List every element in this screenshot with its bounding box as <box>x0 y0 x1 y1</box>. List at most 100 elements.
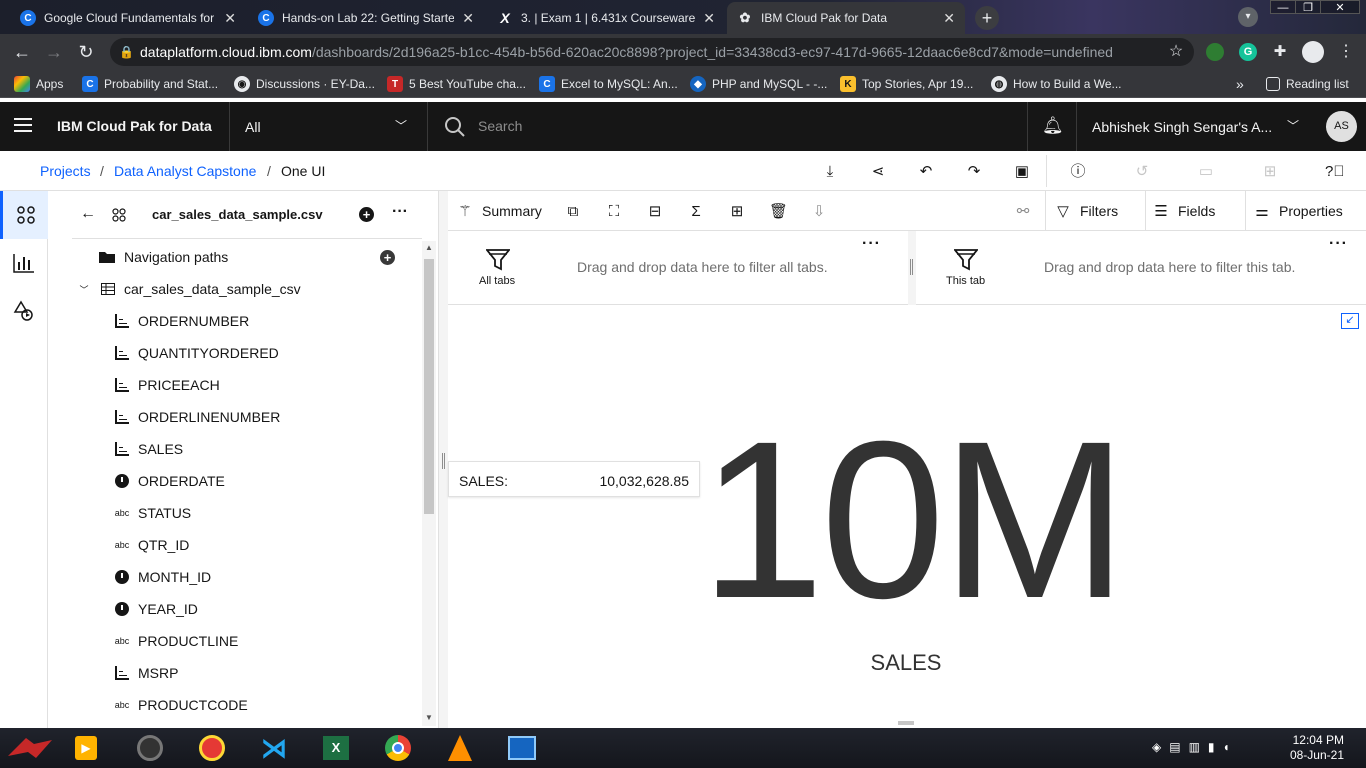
system-tray-icons[interactable]: ◈▤▥▮◖ <box>1152 740 1238 754</box>
field-item[interactable]: ORDERNUMBER <box>114 305 249 337</box>
breadcrumb-project[interactable]: Data Analyst Capstone <box>114 163 256 179</box>
star-icon[interactable]: ☆ <box>1164 40 1188 64</box>
delete-button[interactable]: 🗑︎ <box>769 202 795 220</box>
bookmarks-more-button[interactable]: » <box>1236 74 1244 94</box>
drill-button[interactable]: ⇩ <box>810 202 836 220</box>
back-icon[interactable]: ← <box>10 40 34 64</box>
duplicate-button[interactable]: ⧉ <box>564 202 590 220</box>
field-item[interactable]: abc PRODUCTCODE <box>114 689 248 721</box>
puzzle-icon[interactable]: ✚ <box>1268 40 1292 64</box>
assets-button[interactable] <box>0 287 48 335</box>
browser-tab-active[interactable]: ✿ IBM Cloud Pak for Data ✕ <box>727 2 965 34</box>
table-row[interactable]: ﹀ car_sales_data_sample_csv <box>76 273 300 305</box>
taskbar-app-active[interactable] <box>378 731 418 765</box>
data-panel-scrollbar[interactable]: ▲ ▼ <box>422 241 436 726</box>
bookmark-apps[interactable]: Apps <box>14 74 63 94</box>
field-item[interactable]: SALES <box>114 433 183 465</box>
bookmark-item[interactable]: ◆ PHP and MySQL - -... <box>690 74 827 94</box>
maximize-button[interactable]: ❐ <box>1295 0 1321 14</box>
system-clock[interactable]: 12:04 PM 08-Jun-21 <box>1290 733 1344 763</box>
taskbar-app[interactable]: ▶ <box>66 731 106 765</box>
focus-button[interactable]: ⛶ <box>605 202 631 220</box>
browser-tab[interactable]: X 3. | Exam 1 | 6.431x Courseware | ✕ <box>487 2 725 34</box>
breadcrumb-projects[interactable]: Projects <box>40 163 91 179</box>
info-icon[interactable]: ⓘ <box>1069 163 1087 181</box>
version-history-icon[interactable]: ↺ <box>1133 163 1151 181</box>
widgets-icon[interactable]: ⊞ <box>1261 163 1279 181</box>
expand-icon[interactable]: ↙ <box>1341 313 1359 329</box>
account-switcher[interactable]: Abhishek Singh Sengar's A... <box>1092 119 1272 135</box>
taskbar-app[interactable] <box>130 731 170 765</box>
field-item[interactable]: QUANTITYORDERED <box>114 337 279 369</box>
start-button[interactable] <box>4 731 56 765</box>
field-item[interactable]: PRICEEACH <box>114 369 220 401</box>
field-item[interactable]: MSRP <box>114 657 178 689</box>
bookmark-item[interactable]: T 5 Best YouTube cha... <box>387 74 526 94</box>
browser-tab[interactable]: C Google Cloud Fundamentals for ✕ <box>10 2 246 34</box>
taskbar-app[interactable] <box>502 731 542 765</box>
field-item[interactable]: YEAR_ID <box>114 593 198 625</box>
save-icon[interactable]: ▣ <box>1013 163 1031 181</box>
overflow-menu-icon[interactable]: ··· <box>862 235 881 253</box>
minimize-button[interactable]: — <box>1270 0 1296 14</box>
tab-search-icon[interactable]: ▾ <box>1238 7 1258 27</box>
reload-icon[interactable]: ↻ <box>74 40 98 64</box>
avatar[interactable]: AS <box>1326 111 1357 142</box>
drag-handle-icon[interactable] <box>442 453 445 469</box>
close-icon[interactable]: ✕ <box>224 10 236 27</box>
new-tab-button[interactable]: + <box>975 6 999 30</box>
navigation-paths-row[interactable]: Navigation paths <box>98 241 228 273</box>
app-brand[interactable]: IBM Cloud Pak for Data <box>57 118 212 134</box>
data-sources-button[interactable] <box>0 191 48 239</box>
scroll-up-icon[interactable]: ▲ <box>425 243 433 252</box>
more-vert-icon[interactable]: ⋮ <box>1334 40 1358 64</box>
field-item[interactable]: MONTH_ID <box>114 561 211 593</box>
overflow-menu-icon[interactable]: ··· <box>1329 235 1348 253</box>
summary-button[interactable]: ⚚ Summary <box>456 202 542 220</box>
resize-handle[interactable] <box>898 721 914 725</box>
undo-icon[interactable]: ↶ <box>917 163 935 181</box>
bookmark-item[interactable]: K Top Stories, Apr 19... <box>840 74 973 94</box>
all-tabs-filter-zone[interactable]: All tabs Drag and drop data here to filt… <box>448 231 908 305</box>
field-item[interactable]: ORDERDATE <box>114 465 225 497</box>
menu-icon[interactable] <box>14 118 32 132</box>
field-item[interactable]: abc PRODUCTLINE <box>114 625 239 657</box>
browser-tab[interactable]: C Hands-on Lab 22: Getting Starte ✕ <box>248 2 484 34</box>
url-field[interactable]: 🔒 dataplatform.cloud.ibm.com/dashboards/… <box>110 38 1194 66</box>
field-item[interactable]: abc STATUS <box>114 497 191 529</box>
this-tab-filter-zone[interactable]: This tab Drag and drop data here to filt… <box>916 231 1366 305</box>
add-navigation-path-icon[interactable]: + <box>380 250 395 265</box>
properties-button[interactable]: ⚌ Properties <box>1253 202 1343 220</box>
reading-list-button[interactable]: Reading list <box>1266 74 1349 94</box>
summarize-button[interactable]: Σ <box>687 202 713 220</box>
bookmark-item[interactable]: C Excel to MySQL: An... <box>539 74 678 94</box>
bookmark-item[interactable]: ◉ Discussions · EY-Da... <box>234 74 375 94</box>
data-table-button[interactable]: ⊞ <box>728 202 754 220</box>
filter-splitter[interactable] <box>908 231 916 305</box>
visualizations-button[interactable] <box>0 239 48 287</box>
back-arrow-icon[interactable]: ← <box>80 205 96 223</box>
taskbar-app[interactable]: ⋊ <box>254 731 294 765</box>
chevron-down-icon[interactable]: ﹀ <box>1287 117 1299 134</box>
close-icon[interactable]: ✕ <box>943 10 955 27</box>
scroll-down-icon[interactable]: ▼ <box>425 713 433 722</box>
close-icon[interactable]: ✕ <box>703 10 715 27</box>
summary-value[interactable]: 10M <box>700 400 1128 640</box>
taskbar-app[interactable]: X <box>316 731 356 765</box>
swap-button[interactable]: ⊟ <box>646 202 672 220</box>
close-icon[interactable]: ✕ <box>462 10 474 27</box>
grammarly-icon[interactable]: G <box>1239 43 1257 61</box>
search-input[interactable]: Search <box>478 118 522 134</box>
panel-splitter[interactable] <box>438 191 448 728</box>
field-item[interactable]: ORDERLINENUMBER <box>114 401 280 433</box>
chevron-down-icon[interactable]: ﹀ <box>76 281 92 297</box>
drag-handle-icon[interactable] <box>910 259 913 275</box>
bookmark-item[interactable]: ◍ How to Build a We... <box>991 74 1122 94</box>
notification-bell-icon[interactable]: 🔔︎ <box>1042 116 1064 136</box>
scrollbar-thumb[interactable] <box>424 259 434 514</box>
taskbar-app[interactable] <box>440 731 480 765</box>
connect-button[interactable]: ⚯ <box>1014 202 1040 220</box>
help-icon[interactable]: ?⃝ <box>1325 163 1345 181</box>
fields-button[interactable]: ☰ Fields <box>1152 202 1215 220</box>
context-switcher-value[interactable]: All <box>245 119 261 135</box>
